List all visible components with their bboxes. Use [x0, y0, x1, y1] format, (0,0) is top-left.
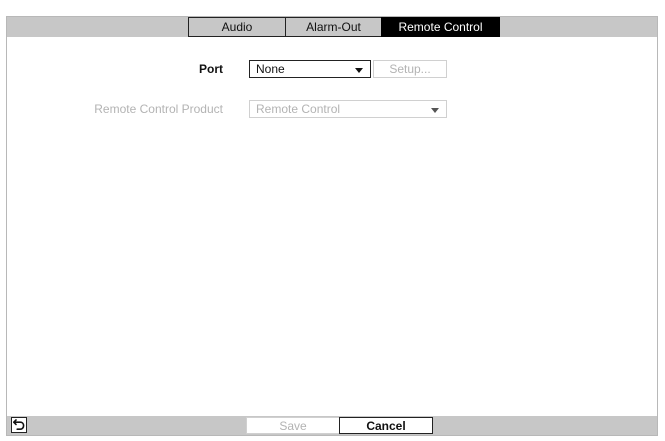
- chevron-down-icon: [431, 108, 439, 113]
- tab-bar: Audio Alarm-Out Remote Control: [7, 17, 657, 37]
- tab-audio[interactable]: Audio: [188, 17, 286, 37]
- footer-bar: Save Cancel: [7, 416, 657, 435]
- setup-button: Setup...: [373, 60, 447, 78]
- port-label: Port: [199, 62, 223, 76]
- chevron-down-icon: [355, 68, 363, 73]
- remote-control-product-label: Remote Control Product: [94, 102, 223, 116]
- remote-control-product-dropdown: Remote Control: [249, 100, 447, 118]
- back-button[interactable]: [11, 417, 27, 433]
- tab-remote-control[interactable]: Remote Control: [381, 17, 500, 37]
- tab-alarm-out[interactable]: Alarm-Out: [285, 17, 382, 37]
- back-arrow-icon: [13, 419, 25, 430]
- remote-control-product-value: Remote Control: [256, 102, 341, 116]
- save-button: Save: [246, 417, 340, 434]
- cancel-button[interactable]: Cancel: [339, 417, 433, 434]
- remote-control-settings-window: Audio Alarm-Out Remote Control Port None…: [6, 16, 658, 436]
- port-dropdown[interactable]: None: [249, 60, 371, 78]
- port-dropdown-value: None: [256, 62, 285, 76]
